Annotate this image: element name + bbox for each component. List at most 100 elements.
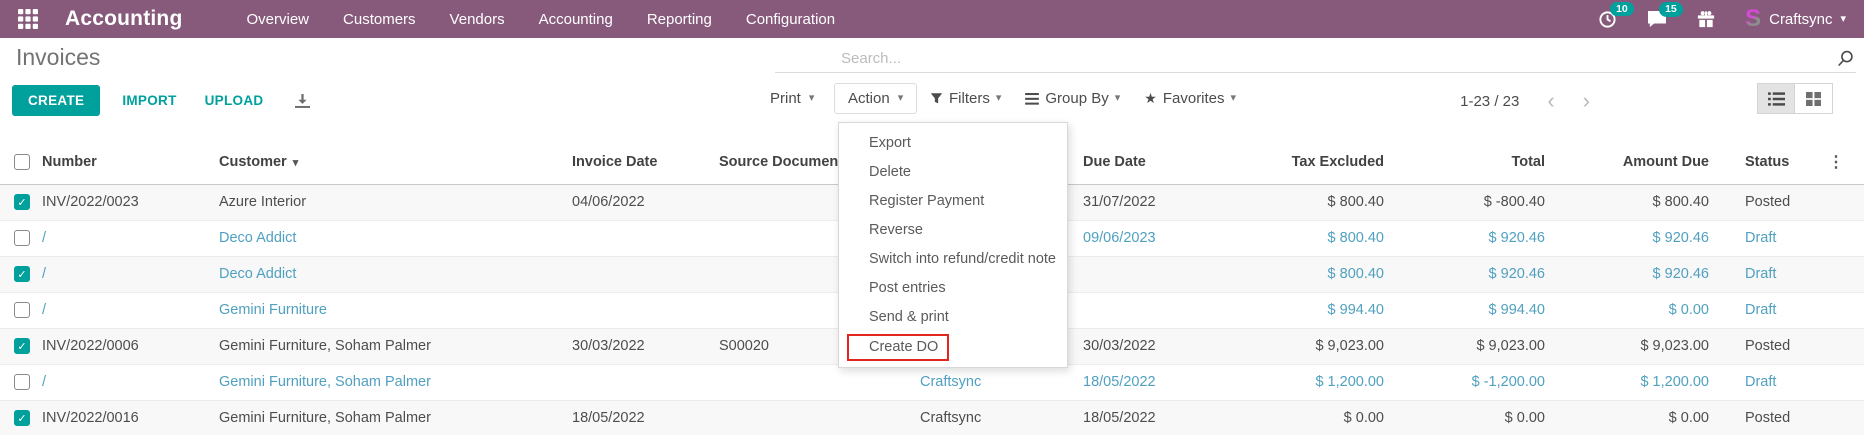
invoice-date-cell[interactable] (570, 292, 717, 328)
amount-due-cell[interactable]: $ 800.40 (1553, 184, 1717, 220)
customer-cell[interactable]: Gemini Furniture (217, 292, 570, 328)
total-cell[interactable]: $ 994.40 (1392, 292, 1553, 328)
action-menu-item-create-do[interactable]: Create DO (839, 332, 1067, 363)
due-date-cell[interactable]: 18/05/2022 (1081, 400, 1230, 435)
customer-cell[interactable]: Azure Interior (217, 184, 570, 220)
nav-item-customers[interactable]: Customers (343, 11, 416, 28)
tax-excluded-cell[interactable]: $ 800.40 (1230, 256, 1392, 292)
tax-excluded-cell[interactable]: $ 0.00 (1230, 400, 1392, 435)
status-cell[interactable]: Draft (1717, 256, 1812, 292)
amount-due-cell[interactable]: $ 920.46 (1553, 220, 1717, 256)
due-date-cell[interactable]: 31/07/2022 (1081, 184, 1230, 220)
col-header-total[interactable]: Total (1392, 140, 1553, 184)
amount-due-cell[interactable]: $ 1,200.00 (1553, 364, 1717, 400)
optional-columns-button[interactable]: ⋮ (1812, 140, 1864, 184)
due-date-cell[interactable] (1081, 292, 1230, 328)
tax-excluded-cell[interactable]: $ 800.40 (1230, 184, 1392, 220)
nav-item-configuration[interactable]: Configuration (746, 11, 835, 28)
group-by-button[interactable]: Group By ▾ (1025, 90, 1120, 107)
favorites-button[interactable]: ★ Favorites ▾ (1144, 90, 1236, 107)
gift-icon[interactable] (1697, 10, 1715, 28)
search-input[interactable] (775, 50, 1837, 67)
apps-grid-icon[interactable] (18, 9, 38, 29)
invoice-number-cell[interactable]: INV/2022/0016 (40, 400, 217, 435)
col-header-customer[interactable]: Customer▾ (217, 140, 570, 184)
action-menu-button[interactable]: Action ▾ (834, 83, 917, 114)
print-menu-button[interactable]: Print ▾ (770, 90, 814, 107)
invoice-date-cell[interactable] (570, 220, 717, 256)
row-checkbox[interactable]: ✓ (14, 194, 30, 210)
invoice-number-cell[interactable]: / (40, 292, 217, 328)
filters-button[interactable]: Filters ▾ (930, 90, 1001, 107)
col-header-invoice-date[interactable]: Invoice Date (570, 140, 717, 184)
tax-excluded-cell[interactable]: $ 1,200.00 (1230, 364, 1392, 400)
messages-icon[interactable]: 15 (1647, 10, 1667, 28)
nav-item-vendors[interactable]: Vendors (450, 11, 505, 28)
amount-due-cell[interactable]: $ 9,023.00 (1553, 328, 1717, 364)
action-menu-item-register-payment[interactable]: Register Payment (839, 187, 1067, 216)
source-document-cell[interactable] (717, 400, 900, 435)
amount-due-cell[interactable]: $ 0.00 (1553, 292, 1717, 328)
col-header-due-date[interactable]: Due Date (1081, 140, 1230, 184)
col-header-number[interactable]: Number (40, 140, 217, 184)
pager-next-button[interactable]: › (1583, 90, 1590, 112)
create-button[interactable]: CREATE (12, 85, 100, 116)
col-header-status[interactable]: Status (1717, 140, 1812, 184)
invoice-number-cell[interactable]: / (40, 220, 217, 256)
due-date-cell[interactable] (1081, 256, 1230, 292)
tax-excluded-cell[interactable]: $ 994.40 (1230, 292, 1392, 328)
company-cell[interactable]: Craftsync (900, 400, 1081, 435)
status-cell[interactable]: Draft (1717, 292, 1812, 328)
total-cell[interactable]: $ 9,023.00 (1392, 328, 1553, 364)
source-document-cell[interactable] (717, 364, 900, 400)
tax-excluded-cell[interactable]: $ 800.40 (1230, 220, 1392, 256)
action-menu-item-reverse[interactable]: Reverse (839, 216, 1067, 245)
col-header-tax-excluded[interactable]: Tax Excluded (1230, 140, 1392, 184)
upload-button[interactable]: UPLOAD (205, 93, 264, 108)
customer-cell[interactable]: Deco Addict (217, 256, 570, 292)
total-cell[interactable]: $ 920.46 (1392, 220, 1553, 256)
row-checkbox[interactable]: ✓ (14, 338, 30, 354)
action-menu-item-delete[interactable]: Delete (839, 158, 1067, 187)
invoice-number-cell[interactable]: / (40, 364, 217, 400)
invoice-date-cell[interactable] (570, 364, 717, 400)
customer-cell[interactable]: Deco Addict (217, 220, 570, 256)
invoice-row[interactable]: /Gemini Furniture, Soham Palmer Craftsync… (0, 364, 1864, 400)
company-cell[interactable]: Craftsync (900, 364, 1081, 400)
nav-item-reporting[interactable]: Reporting (647, 11, 712, 28)
invoice-date-cell[interactable]: 18/05/2022 (570, 400, 717, 435)
customer-cell[interactable]: Gemini Furniture, Soham Palmer (217, 400, 570, 435)
due-date-cell[interactable]: 18/05/2022 (1081, 364, 1230, 400)
select-all-checkbox[interactable] (14, 154, 30, 170)
export-download-icon[interactable] (295, 93, 310, 109)
status-cell[interactable]: Draft (1717, 364, 1812, 400)
due-date-cell[interactable]: 30/03/2022 (1081, 328, 1230, 364)
invoice-date-cell[interactable]: 04/06/2022 (570, 184, 717, 220)
user-menu[interactable]: S Craftsync ▾ (1745, 7, 1846, 31)
invoice-row[interactable]: ✓ INV/2022/0016Gemini Furniture, Soham Pa… (0, 400, 1864, 435)
total-cell[interactable]: $ -1,200.00 (1392, 364, 1553, 400)
invoice-number-cell[interactable]: INV/2022/0023 (40, 184, 217, 220)
status-cell[interactable]: Posted (1717, 328, 1812, 364)
row-checkbox[interactable]: ✓ (14, 266, 30, 282)
due-date-cell[interactable]: 09/06/2023 (1081, 220, 1230, 256)
nav-item-overview[interactable]: Overview (247, 11, 310, 28)
invoice-date-cell[interactable] (570, 256, 717, 292)
row-checkbox[interactable]: ✓ (14, 410, 30, 426)
customer-cell[interactable]: Gemini Furniture, Soham Palmer (217, 364, 570, 400)
action-menu-item-post-entries[interactable]: Post entries (839, 274, 1067, 303)
row-checkbox[interactable] (14, 374, 30, 390)
tax-excluded-cell[interactable]: $ 9,023.00 (1230, 328, 1392, 364)
row-checkbox[interactable] (14, 302, 30, 318)
activity-clock-icon[interactable]: 10 (1598, 10, 1617, 29)
customer-cell[interactable]: Gemini Furniture, Soham Palmer (217, 328, 570, 364)
col-header-amount-due[interactable]: Amount Due (1553, 140, 1717, 184)
status-cell[interactable]: Posted (1717, 184, 1812, 220)
status-cell[interactable]: Draft (1717, 220, 1812, 256)
search-icon[interactable] (1837, 50, 1854, 67)
amount-due-cell[interactable]: $ 0.00 (1553, 400, 1717, 435)
total-cell[interactable]: $ 920.46 (1392, 256, 1553, 292)
nav-item-accounting[interactable]: Accounting (539, 11, 613, 28)
status-cell[interactable]: Posted (1717, 400, 1812, 435)
invoice-date-cell[interactable]: 30/03/2022 (570, 328, 717, 364)
